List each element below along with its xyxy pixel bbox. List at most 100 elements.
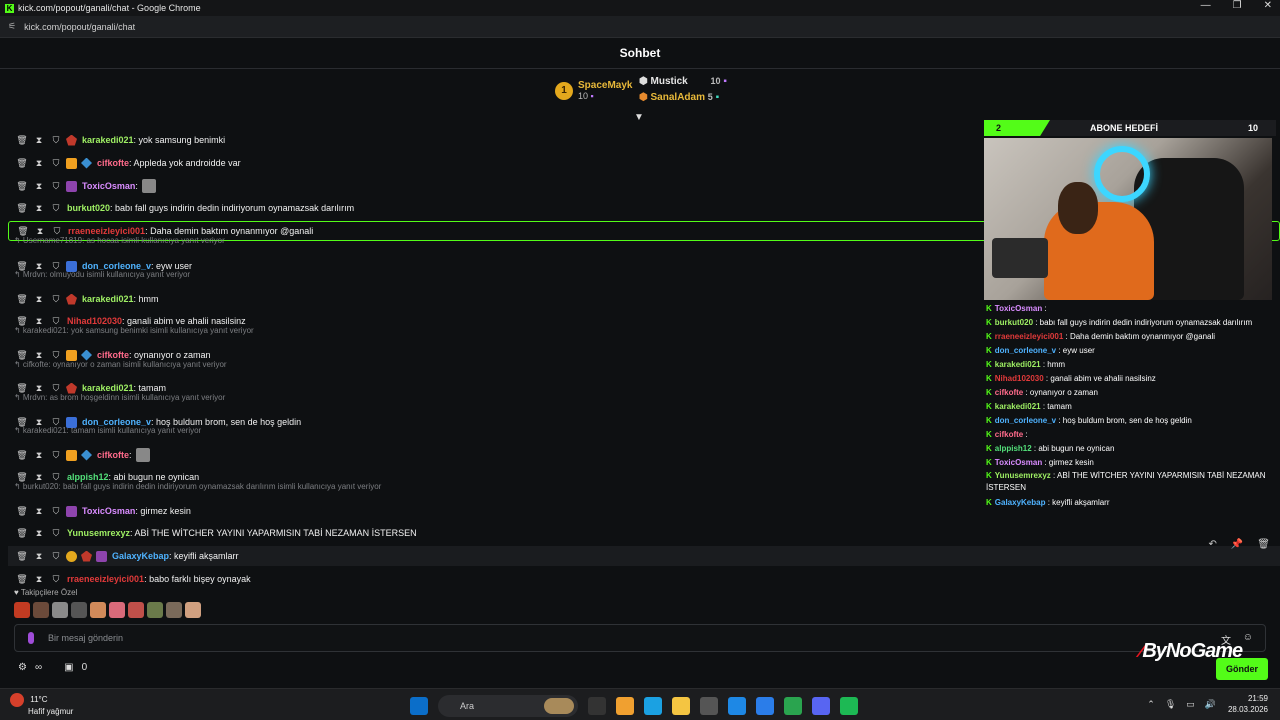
ban-shield-icon[interactable]: ⛉ xyxy=(50,574,62,585)
reply-context[interactable]: ↰ cifkofte: oynanıyor o zaman isimli kul… xyxy=(14,360,227,372)
delete-message-icon[interactable]: 🗑 xyxy=(16,350,28,361)
emote-button[interactable] xyxy=(185,602,201,618)
delete-message-icon[interactable]: 🗑 xyxy=(16,158,28,169)
emote-button[interactable] xyxy=(33,602,49,618)
top-gifter-3[interactable]: ⬢ SanalAdam 5 ▪ xyxy=(639,92,719,103)
taskbar-app-icon[interactable] xyxy=(784,697,802,715)
timeout-icon[interactable]: ⧗ xyxy=(33,574,45,585)
mic-icon[interactable] xyxy=(28,632,34,644)
pin-icon[interactable]: 📌 xyxy=(1231,539,1243,550)
chat-username[interactable]: ToxicOsman xyxy=(82,506,135,516)
reply-context[interactable]: ↰ Username71819: as hocaa isimli kullanı… xyxy=(14,236,225,248)
chat-username[interactable]: ToxicOsman xyxy=(82,181,135,191)
reply-context[interactable]: ↰ burkut020: babı fall guys indirin dedi… xyxy=(14,482,381,494)
gift-box-icon[interactable]: ▣ xyxy=(64,662,73,673)
taskbar-search[interactable]: Ara xyxy=(438,695,578,717)
delete-message-icon[interactable]: 🗑 xyxy=(16,316,28,327)
chat-username[interactable]: Nihad102030 xyxy=(67,316,122,326)
emote-button[interactable] xyxy=(147,602,163,618)
taskbar-app-icon[interactable] xyxy=(700,697,718,715)
chat-message[interactable]: 🗑 ⧗ ⛉ Yunusemrexyz: ABİ THE WİTCHER YAYINI … xyxy=(8,523,1280,543)
timeout-icon[interactable]: ⧗ xyxy=(33,528,45,539)
ban-shield-icon[interactable]: ⛉ xyxy=(50,158,62,169)
send-button[interactable]: Gönder xyxy=(1216,658,1268,680)
delete-message-icon[interactable]: 🗑 xyxy=(17,226,29,237)
taskbar-app-icon[interactable] xyxy=(840,697,858,715)
chat-input[interactable]: Bir mesaj gönderin 文 ☺ xyxy=(14,624,1266,652)
delete-icon[interactable]: 🗑 xyxy=(1257,539,1270,550)
close-button[interactable]: ✕ xyxy=(1264,0,1272,11)
emote-button[interactable] xyxy=(14,602,30,618)
chat-username[interactable]: cifkofte xyxy=(97,350,129,360)
ban-shield-icon[interactable]: ⛉ xyxy=(50,472,62,483)
timeout-icon[interactable]: ⧗ xyxy=(33,316,45,327)
chat-username[interactable]: Yunusemrexyz xyxy=(67,528,130,538)
chat-username[interactable]: alppish12 xyxy=(67,472,109,482)
clock[interactable]: 21:59 28.03.2026 xyxy=(1228,693,1268,715)
timeout-icon[interactable]: ⧗ xyxy=(33,135,45,146)
timeout-icon[interactable]: ⧗ xyxy=(33,158,45,169)
ban-shield-icon[interactable]: ⛉ xyxy=(50,350,62,361)
chat-username[interactable]: rraeneeizleyici001 xyxy=(67,574,144,584)
taskbar-app-icon[interactable] xyxy=(756,697,774,715)
chat-message[interactable]: 🗑 ⧗ ⛉ rraeneeizleyici001: babo farklı bişey… xyxy=(8,569,1280,589)
chat-username[interactable]: karakedi021 xyxy=(82,383,134,393)
emote-button[interactable] xyxy=(166,602,182,618)
emoji-icon[interactable]: ☺ xyxy=(1243,632,1253,643)
timeout-icon[interactable]: ⧗ xyxy=(33,551,45,562)
chat-username[interactable]: cifkofte xyxy=(97,158,129,168)
ban-shield-icon[interactable]: ⛉ xyxy=(50,528,62,539)
reply-icon[interactable]: ↶ xyxy=(1208,539,1216,550)
delete-message-icon[interactable]: 🗑 xyxy=(16,472,28,483)
delete-message-icon[interactable]: 🗑 xyxy=(16,528,28,539)
ban-shield-icon[interactable]: ⛉ xyxy=(50,135,62,146)
reply-context[interactable]: ↰ karakedi021: tamam isimli kullanıcıya … xyxy=(14,426,201,438)
ban-shield-icon[interactable]: ⛉ xyxy=(50,316,62,327)
emote-button[interactable] xyxy=(71,602,87,618)
volume-icon[interactable]: 🔊 xyxy=(1205,699,1216,710)
ban-shield-icon[interactable]: ⛉ xyxy=(51,226,63,237)
ban-shield-icon[interactable]: ⛉ xyxy=(50,181,62,192)
emote-button[interactable] xyxy=(90,602,106,618)
chat-message[interactable]: 🗑 ⧗ ⛉ GalaxyKebap: keyifli akşamlarr xyxy=(8,546,1280,566)
ban-shield-icon[interactable]: ⛉ xyxy=(50,383,62,394)
delete-message-icon[interactable]: 🗑 xyxy=(16,294,28,305)
timeout-icon[interactable]: ⧗ xyxy=(33,506,45,517)
minimize-button[interactable]: — xyxy=(1201,0,1211,11)
reply-context[interactable]: ↰ Mrdvn: olmuyodu isimli kullanıcıya yan… xyxy=(14,270,190,282)
network-icon[interactable]: ▭ xyxy=(1186,699,1195,710)
timeout-icon[interactable]: ⧗ xyxy=(33,472,45,483)
ban-shield-icon[interactable]: ⛉ xyxy=(50,506,62,517)
delete-message-icon[interactable]: 🗑 xyxy=(16,551,28,562)
ban-shield-icon[interactable]: ⛉ xyxy=(50,294,62,305)
chat-username[interactable]: GalaxyKebap xyxy=(112,551,169,561)
taskbar-app-icon[interactable] xyxy=(644,697,662,715)
ban-shield-icon[interactable]: ⛉ xyxy=(50,450,62,461)
taskbar-app-icon[interactable] xyxy=(672,697,690,715)
delete-message-icon[interactable]: 🗑 xyxy=(16,383,28,394)
reply-context[interactable]: ↰ Mrdvn: as brom hoşgeldinn isimli kulla… xyxy=(14,393,225,405)
ban-shield-icon[interactable]: ⛉ xyxy=(50,551,62,562)
chat-username[interactable]: cifkofte xyxy=(97,450,129,460)
delete-message-icon[interactable]: 🗑 xyxy=(16,135,28,146)
top-gifter-2[interactable]: ⬢ Mustick 10 ▪ xyxy=(639,76,727,87)
emote-button[interactable] xyxy=(109,602,125,618)
restore-button[interactable]: ❐ xyxy=(1233,0,1242,11)
delete-message-icon[interactable]: 🗑 xyxy=(16,450,28,461)
chat-username[interactable]: burkut020 xyxy=(67,203,110,213)
address-bar[interactable]: ⚟ kick.com/popout/ganali/chat xyxy=(0,16,1280,38)
chat-username[interactable]: karakedi021 xyxy=(82,294,134,304)
taskbar-app-icon[interactable] xyxy=(812,697,830,715)
delete-message-icon[interactable]: 🗑 xyxy=(16,506,28,517)
chat-username[interactable]: rraeneeizleyici001 xyxy=(68,226,145,236)
timeout-icon[interactable]: ⧗ xyxy=(33,203,45,214)
delete-message-icon[interactable]: 🗑 xyxy=(16,574,28,585)
site-settings-icon[interactable]: ⚟ xyxy=(8,21,16,32)
taskbar-app-icon[interactable] xyxy=(588,697,606,715)
timeout-icon[interactable]: ⧗ xyxy=(33,350,45,361)
taskbar-app-icon[interactable] xyxy=(728,697,746,715)
emote-button[interactable] xyxy=(52,602,68,618)
chat-username[interactable]: karakedi021 xyxy=(82,135,134,145)
microphone-icon[interactable]: 🎙 xyxy=(1165,699,1176,710)
windows-start-icon[interactable] xyxy=(410,697,428,715)
